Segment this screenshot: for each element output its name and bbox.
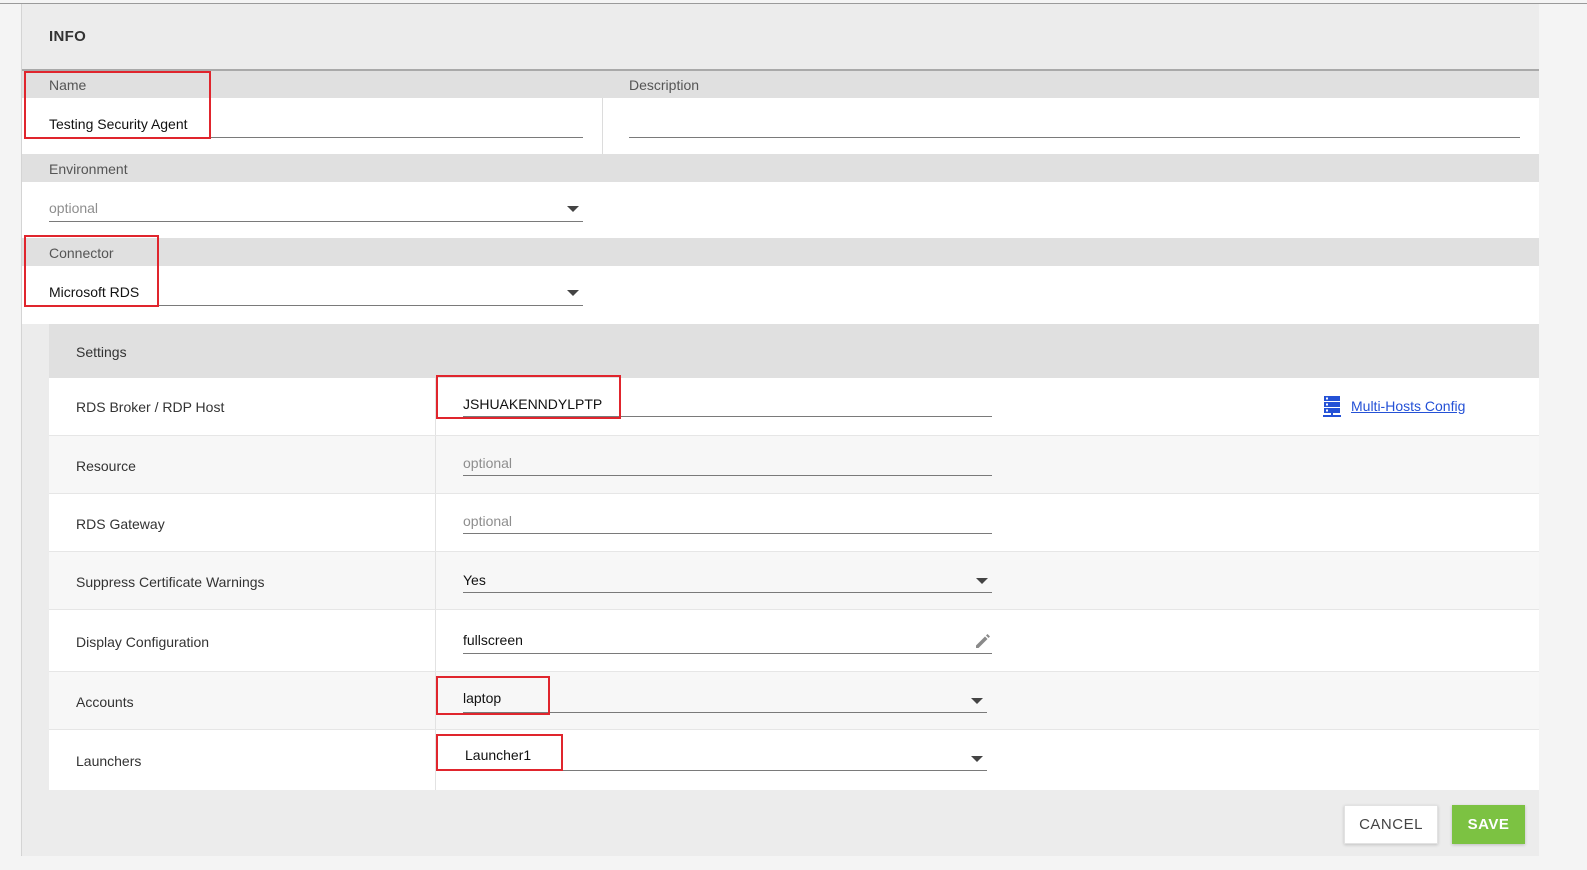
launchers-caret-down-icon[interactable] [971,756,983,762]
connector-caret-down-icon[interactable] [567,290,579,296]
connector-row [22,266,1540,324]
display-config-label: Display Configuration [76,634,210,650]
rds-gateway-underline [463,533,992,534]
rds-gateway-label: RDS Gateway [76,516,165,532]
multi-hosts-config-link[interactable]: Multi-Hosts Config [1351,398,1465,414]
page-right-margin [1539,4,1587,870]
settings-row-suppress-cert: Suppress Certificate Warnings Yes [49,552,1540,610]
column-separator [435,378,436,435]
dialog-footer: CANCEL SAVE [22,790,1540,856]
connector-label-band [22,238,1540,266]
settings-row-resource: Resource optional [49,436,1540,494]
connector-label: Connector [49,245,114,261]
connector-select-underline [49,305,583,306]
suppress-cert-underline [463,592,992,593]
name-label: Name [49,77,87,93]
environment-label: Environment [49,161,128,177]
accounts-select[interactable]: laptop [463,690,501,706]
environment-select[interactable]: optional [49,200,98,216]
resource-underline [463,475,992,476]
column-separator [435,494,436,551]
column-separator [435,610,436,671]
rds-broker-input[interactable]: JSHUAKENNDYLPTP [463,396,602,412]
environment-label-band [22,154,1540,182]
name-input[interactable]: Testing Security Agent [49,116,188,132]
name-input-underline [49,137,583,138]
settings-row-accounts: Accounts laptop [49,672,1540,730]
launchers-select[interactable]: Launcher1 [465,747,531,763]
resource-input[interactable]: optional [463,455,512,471]
info-panel: INFO Name Description Testing Security A… [21,4,1540,856]
display-config-value: fullscreen [463,632,523,648]
name-label-band [22,71,1540,98]
suppress-cert-select[interactable]: Yes [463,572,486,588]
column-separator [435,552,436,609]
display-config-underline [463,653,992,654]
launchers-underline [463,770,987,771]
accounts-underline [463,712,987,713]
rds-gateway-input[interactable]: optional [463,513,512,529]
settings-header: Settings [49,324,1540,378]
connector-select[interactable]: Microsoft RDS [49,284,139,300]
accounts-caret-down-icon[interactable] [971,698,983,704]
description-label: Description [629,77,700,93]
server-icon[interactable] [1322,395,1342,417]
cancel-button[interactable]: CANCEL [1344,805,1438,844]
launchers-label: Launchers [76,753,142,769]
environment-caret-down-icon[interactable] [567,206,579,212]
settings-row-launchers: Launchers Launcher1 [49,730,1540,790]
environment-select-underline [49,221,583,222]
column-separator [435,730,436,790]
environment-row [22,182,1540,238]
suppress-cert-caret-down-icon[interactable] [976,578,988,584]
suppress-cert-label: Suppress Certificate Warnings [76,574,265,590]
settings-section: Settings RDS Broker / RDP Host JSHUAKENN… [49,324,1540,790]
settings-row-display-config: Display Configuration fullscreen [49,610,1540,672]
description-input-underline [629,137,1520,138]
pencil-icon[interactable] [974,632,992,650]
accounts-label: Accounts [76,694,134,710]
column-separator [435,672,436,729]
rds-broker-label: RDS Broker / RDP Host [76,399,225,415]
name-description-separator [602,98,603,154]
settings-row-rds-gateway: RDS Gateway optional [49,494,1540,552]
save-button[interactable]: SAVE [1452,805,1525,844]
column-separator [435,436,436,493]
description-input[interactable] [629,116,1519,134]
settings-title: Settings [76,344,127,360]
resource-label: Resource [76,458,136,474]
info-title: INFO [49,28,87,45]
settings-row-rds-broker: RDS Broker / RDP Host JSHUAKENNDYLPTP Mu… [49,378,1540,436]
rds-broker-underline [463,416,992,417]
